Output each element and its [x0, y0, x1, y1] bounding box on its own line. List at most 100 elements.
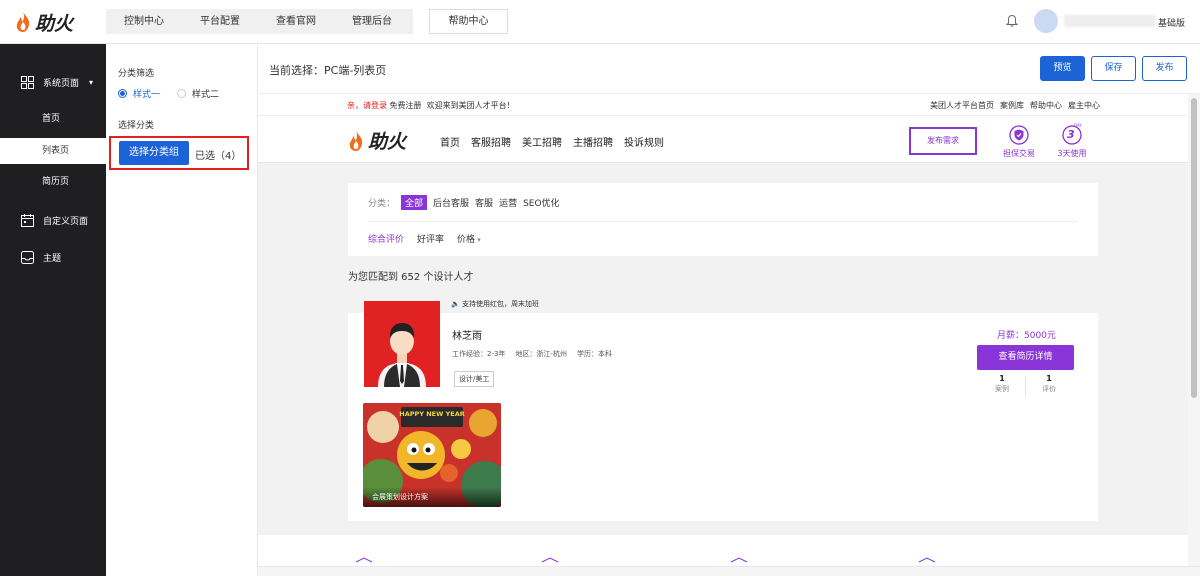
- filter-style-title: 分类筛选: [118, 69, 155, 79]
- sort-price-label: 价格: [457, 235, 476, 245]
- sidebar-item-label: 主题: [43, 253, 62, 264]
- portfolio-thumbnail[interactable]: HAPPY NEW YEAR 会展策划设计方案: [363, 403, 501, 507]
- preview-button[interactable]: 预览: [1040, 56, 1085, 81]
- caret-down-icon: ▾: [475, 236, 481, 244]
- preview-menu-item[interactable]: 美工招聘: [522, 134, 562, 149]
- preview-welcome: 亲，请登录 免费注册 欢迎来到美团人才平台！: [347, 100, 515, 111]
- preview-top-bar: 亲，请登录 免费注册 欢迎来到美团人才平台！ 美团人才平台首页 案例库 帮助中心…: [258, 94, 1188, 116]
- user-name[interactable]: ████████████: [1064, 15, 1156, 27]
- style-option-label: 样式二: [192, 90, 220, 100]
- preview-link-home[interactable]: 美团人才平台首页: [930, 100, 994, 111]
- speaker-icon: 🔈: [451, 300, 460, 308]
- nav-view-website[interactable]: 查看官网: [258, 9, 334, 34]
- filter-option[interactable]: SEO优化: [523, 196, 559, 209]
- match-count: 为您匹配到 652 个设计人才: [348, 272, 474, 283]
- stat-cases-value: 1: [999, 374, 1005, 383]
- sort-option-price[interactable]: 价格 ▾: [457, 232, 481, 245]
- experience: 工作经验：2-3年: [452, 350, 506, 358]
- preview-link-help[interactable]: 帮助中心: [1030, 100, 1062, 111]
- person-avatar-icon: [364, 301, 440, 387]
- category-filter-label: 分类：: [368, 199, 396, 209]
- post-demand-button[interactable]: 发布需求: [909, 127, 977, 155]
- bell-icon[interactable]: [1005, 14, 1019, 28]
- nav-control-center[interactable]: 控制中心: [106, 9, 182, 34]
- promo-text: 支持使用红包，周末加班: [461, 300, 539, 308]
- style-option-1[interactable]: 样式一: [118, 87, 160, 100]
- preview-top-links: 美团人才平台首页 案例库 帮助中心 雇主中心: [930, 100, 1100, 111]
- filter-option-all[interactable]: 全部: [401, 195, 428, 210]
- region: 地区：浙江-杭州: [515, 350, 567, 358]
- page-preview[interactable]: 亲，请登录 免费注册 欢迎来到美团人才平台！ 美团人才平台首页 案例库 帮助中心…: [258, 94, 1188, 566]
- talent-photo[interactable]: [364, 301, 440, 387]
- sort-row: 综合评价 好评率 价格 ▾: [368, 232, 481, 245]
- highlight-box: 选择分类组 已选（4）: [109, 136, 249, 170]
- filter-option[interactable]: 运营: [499, 196, 517, 209]
- avatar[interactable]: [1034, 9, 1058, 33]
- guarantee-badge[interactable]: 担保交易: [999, 125, 1039, 159]
- settings-panel: 分类筛选 样式一 样式二 选择分类 选择分类组 已选（4）: [106, 44, 258, 576]
- sidebar-item-theme[interactable]: 主题: [0, 239, 106, 275]
- sort-option-rating[interactable]: 好评率: [417, 232, 444, 245]
- promo-note: 🔈 支持使用红包，周末加班: [451, 299, 539, 309]
- top-nav: 控制中心 平台配置 查看官网 管理后台: [106, 9, 413, 34]
- preview-menu-item[interactable]: 投诉规则: [624, 134, 664, 149]
- skill-tag: 设计/美工: [454, 371, 495, 387]
- trial-label: 3天使用: [1057, 149, 1087, 158]
- talent-name[interactable]: 林芝雨: [452, 327, 482, 342]
- preview-logo[interactable]: 助火: [347, 127, 406, 154]
- current-selection: 当前选择：PC端-列表页: [269, 64, 387, 77]
- radio-unselected-icon: [177, 89, 186, 98]
- work-banner-text: HAPPY NEW YEAR: [399, 410, 464, 418]
- editor-header: 当前选择：PC端-列表页 预览 保存 发布: [258, 44, 1200, 94]
- preview-menu-item[interactable]: 客服招聘: [471, 134, 511, 149]
- stat-cases: 1 案例: [979, 374, 1025, 394]
- sidebar-item-system-pages[interactable]: 系统页面 ▾: [0, 64, 106, 100]
- talent-meta: 工作经验：2-3年 地区：浙江-杭州 学历：本科: [452, 349, 612, 359]
- selected-count: 已选（4）: [195, 151, 242, 162]
- logo-text: 助火: [35, 12, 74, 35]
- select-category-group-button[interactable]: 选择分类组: [119, 141, 189, 165]
- chevron-up-icon: [541, 557, 559, 563]
- preview-login-link[interactable]: 亲，请登录: [347, 101, 387, 110]
- flame-icon: [16, 12, 30, 32]
- sidebar-subitem-resume[interactable]: 简历页: [0, 169, 106, 195]
- preview-link-cases[interactable]: 案例库: [1000, 100, 1024, 111]
- publish-button[interactable]: 发布: [1142, 56, 1187, 81]
- nav-platform-config[interactable]: 平台配置: [182, 9, 258, 34]
- preview-menu-item[interactable]: 首页: [440, 134, 460, 149]
- inbox-icon: [21, 250, 34, 264]
- save-button[interactable]: 保存: [1091, 56, 1136, 81]
- sidebar-item-custom-pages[interactable]: 自定义页面: [0, 202, 106, 238]
- preview-menu-item[interactable]: 主播招聘: [573, 134, 613, 149]
- preview-link-employer[interactable]: 雇主中心: [1068, 100, 1100, 111]
- horizontal-scrollbar[interactable]: [258, 566, 1200, 576]
- stat-reviews-label: 评价: [1042, 385, 1056, 393]
- talent-card[interactable]: 🔈 支持使用红包，周末加班 林芝雨 工作经验：2-3年 地区：浙江-杭州 学历：…: [348, 297, 1098, 521]
- filter-option[interactable]: 后台客服: [433, 196, 469, 209]
- top-bar: 助火 控制中心 平台配置 查看官网 管理后台 帮助中心 ████████████…: [0, 0, 1200, 44]
- vertical-scrollbar[interactable]: [1188, 94, 1200, 566]
- salary: 月薪：5000元: [997, 331, 1056, 341]
- stat-cases-label: 案例: [995, 385, 1009, 393]
- help-center-button[interactable]: 帮助中心: [429, 9, 508, 34]
- style-option-2[interactable]: 样式二: [177, 87, 219, 100]
- chevron-down-icon: ▾: [89, 77, 94, 87]
- scrollbar-thumb[interactable]: [1191, 98, 1197, 398]
- flame-icon: [349, 130, 363, 151]
- divider: [368, 221, 1078, 222]
- chevron-up-icon: [355, 557, 373, 563]
- app-logo[interactable]: 助火: [14, 10, 74, 35]
- sidebar-subitem-home[interactable]: 首页: [0, 106, 106, 132]
- style-option-label: 样式一: [133, 90, 161, 100]
- nav-admin[interactable]: 管理后台: [334, 9, 410, 34]
- edition-label: 基础版: [1158, 19, 1186, 29]
- radio-selected-icon: [118, 89, 127, 98]
- trial-badge[interactable]: 3天使用 3 DAY: [1052, 123, 1092, 159]
- preview-nav: 助火 首页 客服招聘 美工招聘 主播招聘 投诉规则 发布需求 担保交易 3天使用…: [258, 116, 1188, 163]
- preview-logo-text: 助火: [368, 131, 407, 153]
- sidebar-subitem-list[interactable]: 列表页: [0, 138, 106, 164]
- education: 学历：本科: [576, 350, 612, 358]
- sort-option-overall[interactable]: 综合评价: [368, 232, 404, 245]
- view-resume-button[interactable]: 查看简历详情: [977, 345, 1074, 370]
- filter-option[interactable]: 客服: [475, 196, 493, 209]
